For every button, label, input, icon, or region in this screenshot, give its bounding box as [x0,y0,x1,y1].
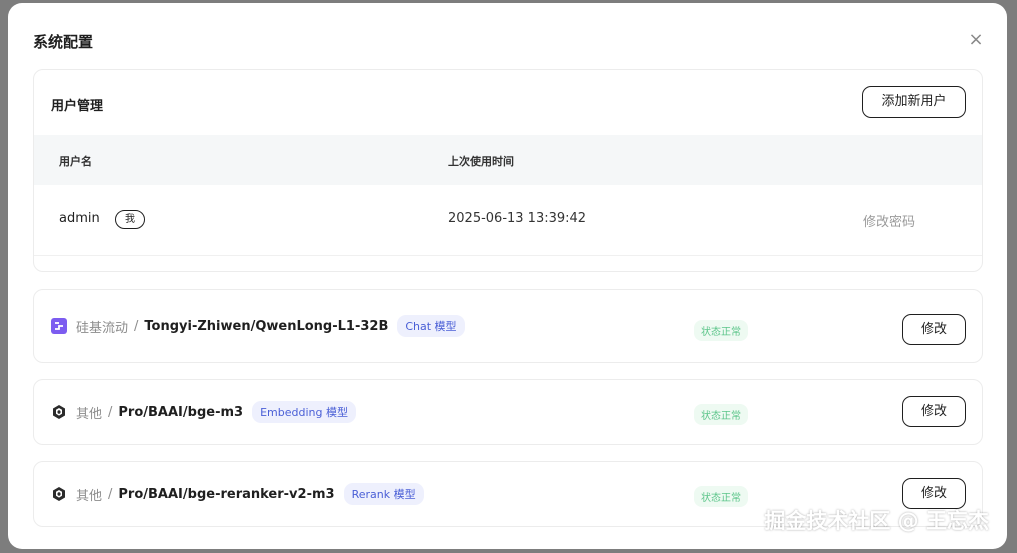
user-management-card: 用户管理 添加新用户 用户名 上次使用时间 admin 我 2025-06-13… [33,69,983,272]
last-used-cell: 2025-06-13 13:39:42 [448,211,587,226]
status-badge: 状态正常 [694,404,748,425]
cube-icon [51,404,67,420]
change-password-link[interactable]: 修改密码 [863,211,915,230]
watermark: 掘金技术社区 @ 王忘杰 [764,509,989,533]
status-badge: 状态正常 [694,486,748,507]
close-icon[interactable]: × [967,31,985,49]
provider-name: 硅基流动 [76,320,129,336]
dialog-title: 系统配置 [33,33,94,51]
model-name: Pro/BAAI/bge-reranker-v2-m3 [118,486,335,502]
provider-name: 其他 [76,488,103,504]
model-name: Pro/BAAI/bge-m3 [118,404,244,420]
column-header-username: 用户名 [59,155,92,168]
model-card: 硅基流动 / Tongyi-Zhiwen/QwenLong-L1-32B Cha… [33,289,983,363]
edit-model-button[interactable]: 修改 [902,396,966,427]
model-type-tag: Chat 模型 [397,315,465,337]
model-info: 硅基流动 / Tongyi-Zhiwen/QwenLong-L1-32B Cha… [51,290,951,362]
model-card: 其他 / Pro/BAAI/bge-m3 Embedding 模型 状态正常 修… [33,379,983,445]
username-cell: admin [59,211,100,226]
model-type-tag: Rerank 模型 [343,483,424,505]
separator: / [108,486,113,502]
edit-model-button[interactable]: 修改 [902,314,966,345]
system-config-dialog: 系统配置 × 用户管理 添加新用户 用户名 上次使用时间 admin 我 202… [8,3,1007,549]
model-name: Tongyi-Zhiwen/QwenLong-L1-32B [144,318,389,334]
me-badge: 我 [115,210,145,229]
separator: / [134,318,139,334]
status-badge: 状态正常 [694,320,748,341]
user-table-header: 用户名 上次使用时间 [34,135,982,185]
user-management-title: 用户管理 [51,99,104,114]
model-type-tag: Embedding 模型 [252,401,356,423]
table-row: admin 我 2025-06-13 13:39:42 修改密码 [34,186,982,256]
cube-icon [51,486,67,502]
model-info: 其他 / Pro/BAAI/bge-m3 Embedding 模型 [51,380,951,444]
separator: / [108,404,113,420]
siliconflow-icon [51,318,67,334]
add-user-button[interactable]: 添加新用户 [862,86,966,118]
provider-name: 其他 [76,406,103,422]
column-header-last-used: 上次使用时间 [448,155,514,168]
